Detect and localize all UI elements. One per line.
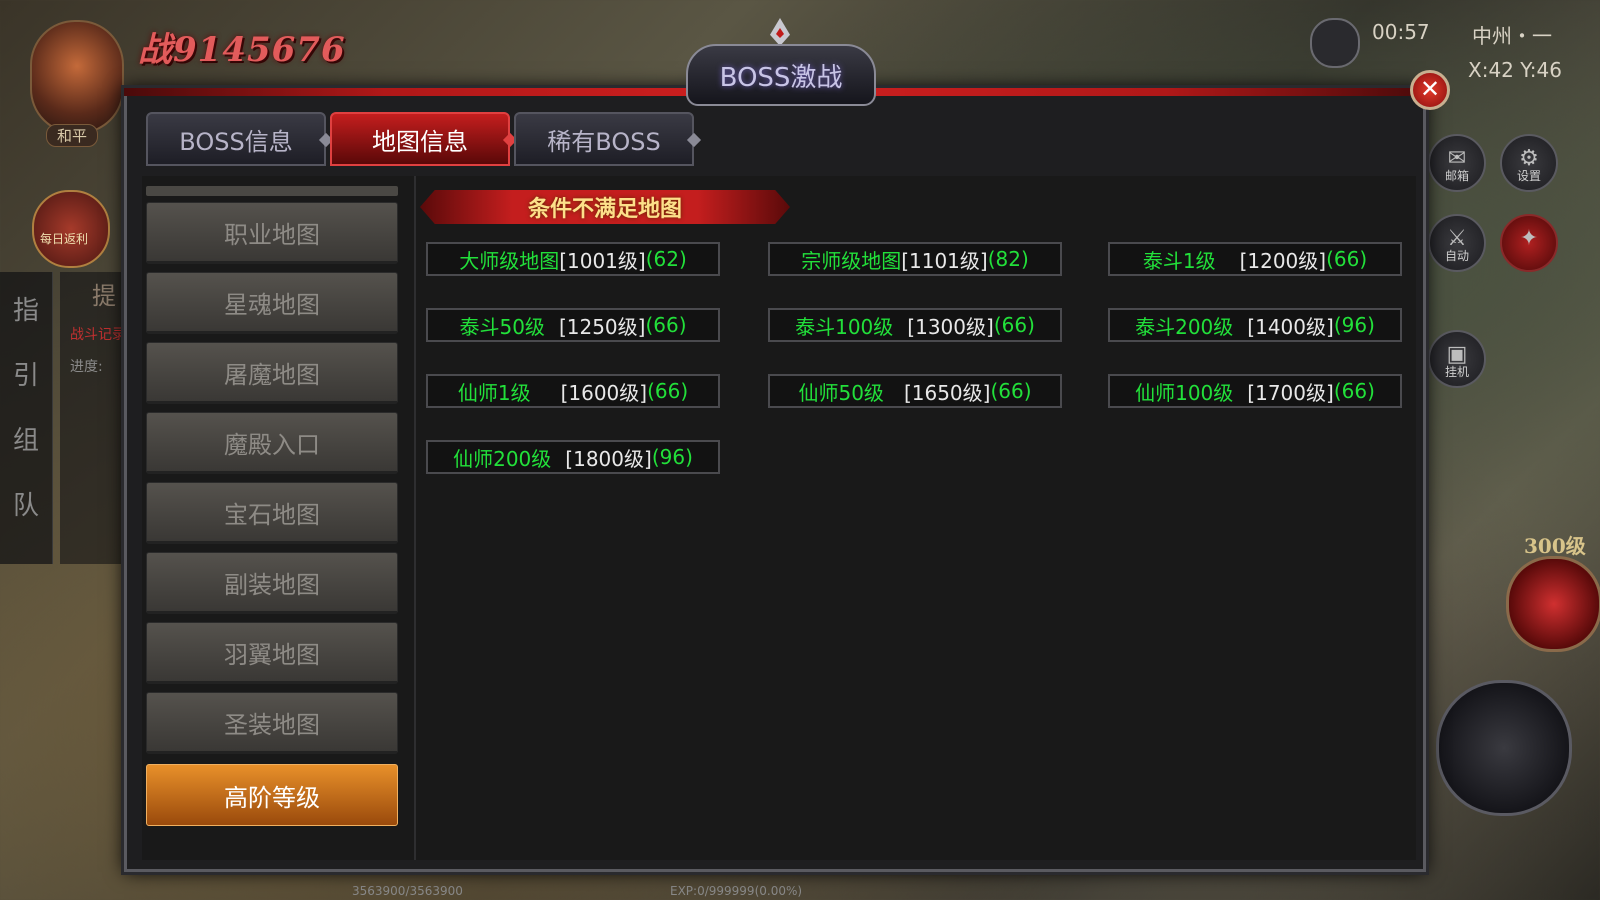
level-badge: 300级	[1524, 534, 1586, 558]
nav-gem-map[interactable]: 宝石地图	[146, 482, 398, 544]
side-char[interactable]: 组	[0, 420, 52, 457]
location-name: 中州・一	[1472, 24, 1552, 48]
map-entry[interactable]: 泰斗50级 [1250级] (66)	[426, 308, 720, 342]
map-entry[interactable]: 仙师1级 [1600级] (66)	[426, 374, 720, 408]
quest-tip-line: 战斗记录	[70, 327, 126, 343]
nav-demon-slay-map[interactable]: 屠魔地图	[146, 342, 398, 404]
exp-readout: EXP:0/999999(0.00%)	[670, 884, 803, 898]
map-entry[interactable]: 泰斗200级 [1400级] (96)	[1108, 308, 1402, 342]
side-char[interactable]: 队	[0, 485, 52, 522]
player-avatar[interactable]	[30, 20, 124, 134]
map-entry[interactable]: 仙师100级 [1700级] (66)	[1108, 374, 1402, 408]
tab-boss-info[interactable]: BOSS信息	[146, 112, 334, 166]
nav-class-map[interactable]: 职业地图	[146, 202, 398, 264]
map-entry[interactable]: 大师级地图 [1001级] (62)	[426, 242, 720, 276]
quest-progress-label: 进度:	[70, 359, 103, 375]
daily-rebate-label: 每日返利	[40, 232, 89, 246]
section-title: 条件不满足地图	[527, 197, 682, 222]
nav-demon-hall-entrance[interactable]: 魔殿入口	[146, 412, 398, 474]
pk-mode-badge[interactable]: 和平	[46, 124, 99, 147]
special-skill-button[interactable]: ✦	[1500, 214, 1558, 272]
hangup-button[interactable]: ▣ 挂机	[1428, 330, 1486, 388]
tab-rare-boss[interactable]: 稀有BOSS	[514, 112, 702, 166]
tab-map-info[interactable]: 地图信息	[330, 112, 518, 166]
close-button[interactable]: ✕	[1410, 70, 1450, 110]
section-banner: 条件不满足地图	[420, 190, 790, 224]
map-entry[interactable]: 泰斗100级 [1300级] (66)	[768, 308, 1062, 342]
auto-button[interactable]: ⚔ 自动	[1428, 214, 1486, 272]
dialog-title: BOSS激战	[719, 62, 843, 93]
mail-icon: ✉	[1447, 146, 1467, 171]
clock: 00:57	[1372, 20, 1430, 44]
list-scroll-top	[146, 186, 398, 196]
monitor-icon: ▣	[1446, 342, 1468, 367]
left-side-panel: 指 引 组 队	[0, 272, 53, 564]
tab-bar: BOSS信息 地图信息 稀有BOSS	[146, 112, 702, 168]
attack-button[interactable]	[1436, 680, 1572, 816]
nav-high-level[interactable]: 高阶等级	[146, 764, 398, 826]
nav-starsoul-map[interactable]: 星魂地图	[146, 272, 398, 334]
compass-icon[interactable]	[1310, 18, 1360, 68]
side-char[interactable]: 指	[0, 290, 52, 327]
map-category-list: 职业地图 星魂地图 屠魔地图 魔殿入口 宝石地图 副装地图 羽翼地图 圣装地图 …	[142, 176, 416, 860]
map-entry[interactable]: 仙师50级 [1650级] (66)	[768, 374, 1062, 408]
nav-holy-equip-map[interactable]: 圣装地图	[146, 692, 398, 754]
quest-tracker	[60, 272, 124, 564]
map-info-panel	[416, 176, 1416, 860]
nav-wing-map[interactable]: 羽翼地图	[146, 622, 398, 684]
map-entry[interactable]: 仙师200级 [1800级] (96)	[426, 440, 720, 474]
hp-readout: 3563900/3563900	[352, 884, 463, 898]
shuriken-icon: ✦	[1519, 226, 1539, 251]
settings-button[interactable]: ⚙ 设置	[1500, 134, 1558, 192]
coordinates: X:42 Y:46	[1468, 58, 1562, 82]
side-char[interactable]: 引	[0, 355, 52, 392]
nav-sub-equip-map[interactable]: 副装地图	[146, 552, 398, 614]
dialog-title-plate: BOSS激战	[686, 44, 876, 106]
mail-button[interactable]: ✉ 邮箱	[1428, 134, 1486, 192]
map-entry[interactable]: 泰斗1级 [1200级] (66)	[1108, 242, 1402, 276]
gear-icon: ⚙	[1519, 146, 1539, 171]
swords-icon: ⚔	[1447, 226, 1467, 251]
map-entry[interactable]: 宗师级地图 [1101级] (82)	[768, 242, 1062, 276]
combat-power: 战9145676	[138, 30, 346, 70]
quest-tip-title: 提	[92, 282, 116, 310]
skill-button[interactable]	[1506, 556, 1600, 652]
daily-rebate-icon[interactable]	[32, 190, 110, 268]
